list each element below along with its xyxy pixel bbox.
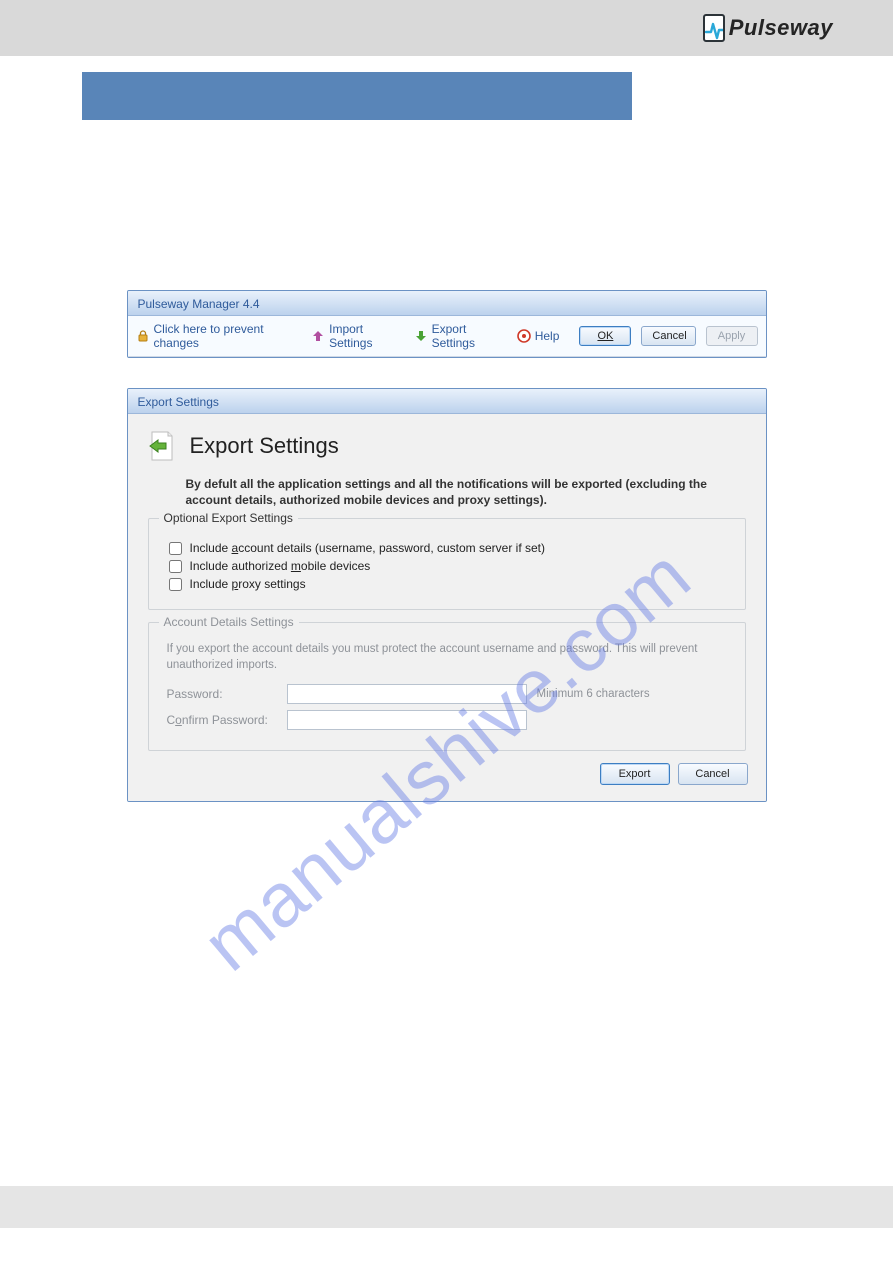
lock-icon bbox=[136, 329, 150, 343]
apply-button: Apply bbox=[706, 326, 758, 346]
import-settings-link[interactable]: Import Settings bbox=[311, 322, 403, 350]
password-row: Password: Minimum 6 characters bbox=[167, 684, 727, 704]
account-details-group: Account Details Settings If you export t… bbox=[148, 622, 746, 750]
brand: Pulseway bbox=[703, 14, 833, 42]
document-export-icon bbox=[148, 430, 176, 462]
export-cancel-button[interactable]: Cancel bbox=[678, 763, 748, 785]
include-proxy-checkbox[interactable] bbox=[169, 578, 182, 591]
include-account-checkbox[interactable] bbox=[169, 542, 182, 555]
include-account-row: Include account details (username, passw… bbox=[169, 541, 725, 555]
password-min-note: Minimum 6 characters bbox=[537, 688, 650, 700]
password-label: Password: bbox=[167, 687, 277, 701]
confirm-password-row: Confirm Password: bbox=[167, 710, 727, 730]
account-details-legend: Account Details Settings bbox=[159, 615, 299, 629]
prevent-changes-link[interactable]: Click here to prevent changes bbox=[136, 322, 302, 350]
manager-toolbar: Click here to prevent changes Import Set… bbox=[128, 316, 766, 357]
manager-window: Pulseway Manager 4.4 Click here to preve… bbox=[127, 290, 767, 358]
confirm-password-input bbox=[287, 710, 527, 730]
include-mobile-label[interactable]: Include authorized mobile devices bbox=[190, 559, 371, 573]
ok-button[interactable]: OK bbox=[579, 326, 631, 346]
page-footer-bar bbox=[0, 1186, 893, 1228]
include-account-label[interactable]: Include account details (username, passw… bbox=[190, 541, 546, 555]
cancel-button[interactable]: Cancel bbox=[641, 326, 695, 346]
page-header: Pulseway bbox=[0, 0, 893, 56]
export-dialog: Export Settings Export Settings By deful… bbox=[127, 388, 767, 802]
help-label: Help bbox=[535, 329, 560, 343]
help-link[interactable]: Help bbox=[517, 329, 560, 343]
pulseway-logo-icon bbox=[703, 14, 725, 42]
import-icon bbox=[311, 329, 325, 343]
account-details-note: If you export the account details you mu… bbox=[167, 641, 731, 673]
export-dialog-title: Export Settings bbox=[128, 389, 766, 414]
include-proxy-row: Include proxy settings bbox=[169, 577, 725, 591]
prevent-changes-label: Click here to prevent changes bbox=[154, 322, 302, 350]
import-settings-label: Import Settings bbox=[329, 322, 403, 350]
export-heading: Export Settings bbox=[190, 433, 339, 459]
confirm-password-label: Confirm Password: bbox=[167, 713, 277, 727]
optional-export-legend: Optional Export Settings bbox=[159, 511, 298, 525]
optional-export-group: Optional Export Settings Include account… bbox=[148, 518, 746, 610]
export-button[interactable]: Export bbox=[600, 763, 670, 785]
export-description: By defult all the application settings a… bbox=[186, 476, 746, 508]
export-settings-label: Export Settings bbox=[432, 322, 507, 350]
section-banner bbox=[82, 72, 632, 120]
brand-name: Pulseway bbox=[729, 15, 833, 41]
export-dialog-body: Export Settings By defult all the applic… bbox=[128, 414, 766, 801]
export-icon bbox=[414, 329, 428, 343]
password-input bbox=[287, 684, 527, 704]
include-proxy-label[interactable]: Include proxy settings bbox=[190, 577, 306, 591]
include-mobile-row: Include authorized mobile devices bbox=[169, 559, 725, 573]
export-settings-link[interactable]: Export Settings bbox=[414, 322, 507, 350]
manager-window-title: Pulseway Manager 4.4 bbox=[128, 291, 766, 316]
include-mobile-checkbox[interactable] bbox=[169, 560, 182, 573]
export-dialog-footer: Export Cancel bbox=[146, 763, 748, 785]
help-icon bbox=[517, 329, 531, 343]
